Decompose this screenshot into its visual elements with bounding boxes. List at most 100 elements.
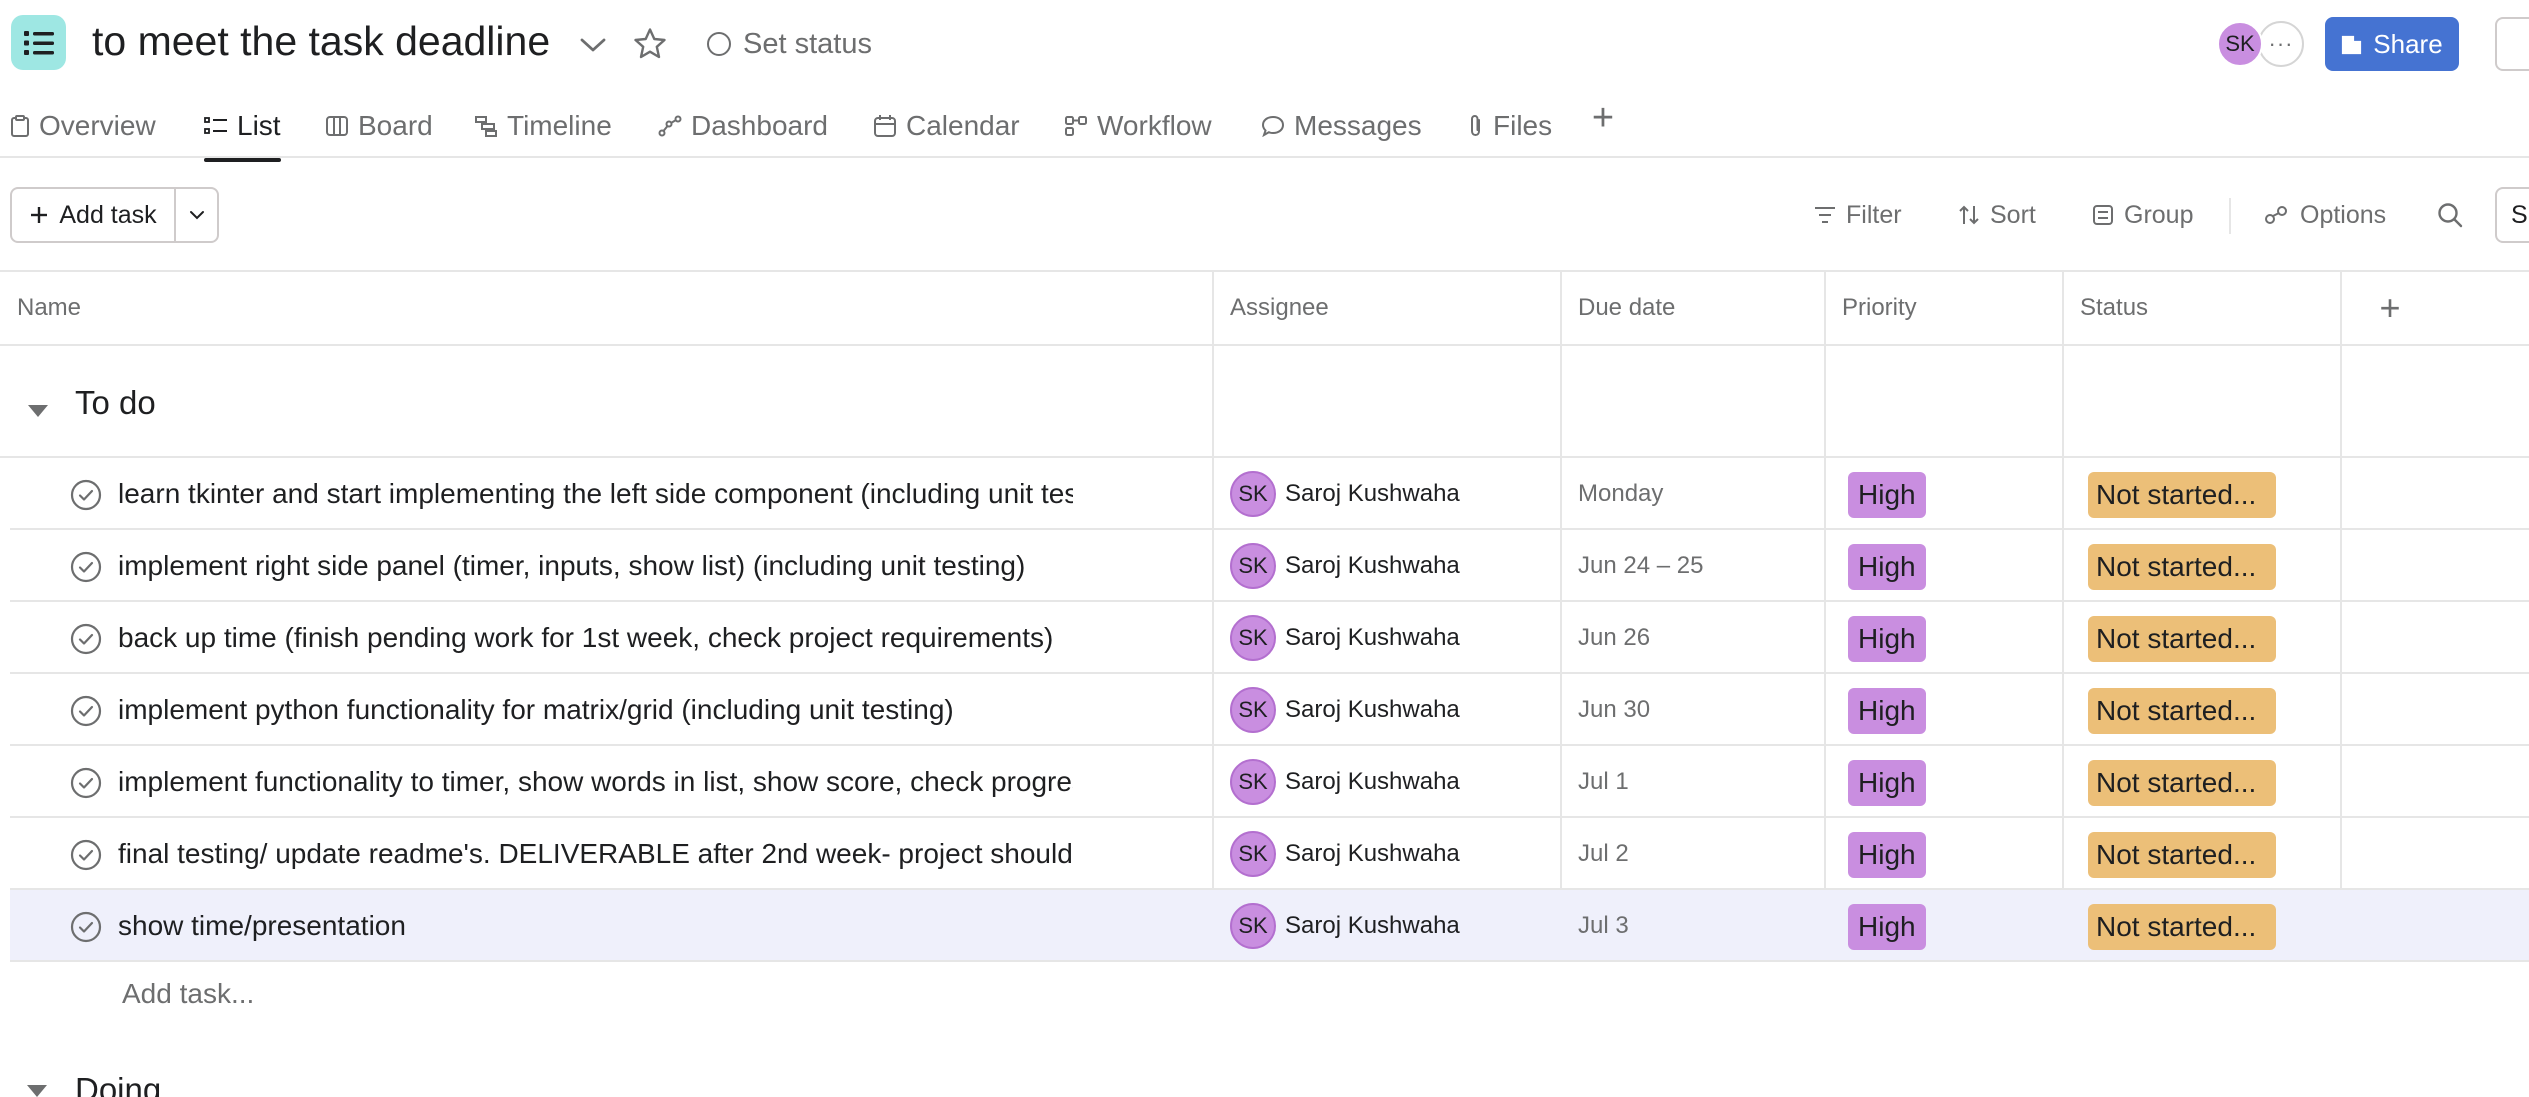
priority-badge[interactable]: High [1848,760,1926,806]
section-collapse-icon[interactable] [26,399,50,423]
tab-calendar[interactable]: Calendar [873,96,1020,156]
task-name[interactable]: learn tkinter and start implementing the… [118,458,1073,530]
tab-workflow[interactable]: Workflow [1064,96,1212,156]
tab-overview[interactable]: Overview [10,96,156,156]
status-badge[interactable]: Not started... [2088,832,2276,878]
priority-badge[interactable]: High [1848,688,1926,734]
tab-timeline[interactable]: Timeline [474,96,612,156]
share-button[interactable]: Share [2325,17,2459,71]
project-list-icon[interactable] [11,15,66,70]
divider [2229,198,2231,234]
status-badge[interactable]: Not started... [2088,688,2276,734]
section-title[interactable]: Doing [75,1071,161,1097]
list-toolbar: Add task Filter Sort Group Options S [0,158,2529,270]
add-task-button[interactable]: Add task [10,187,219,243]
table-row[interactable]: implement functionality to timer, show w… [10,746,2529,818]
due-date[interactable]: Jun 26 [1578,602,1650,674]
due-date[interactable]: Jun 30 [1578,674,1650,746]
tab-messages[interactable]: Messages [1261,96,1422,156]
section-collapse-icon[interactable] [26,1084,50,1097]
assignee-cell[interactable]: SK Saroj Kushwaha [1230,458,1460,530]
group-label: Group [2124,200,2194,229]
add-tab-icon[interactable]: + [1585,97,1621,139]
status-badge[interactable]: Not started... [2088,616,2276,662]
avatar[interactable]: SK [2217,21,2263,67]
timeline-icon [475,116,497,137]
assignee-cell[interactable]: SK Saroj Kushwaha [1230,530,1460,602]
column-header-name[interactable]: Name [0,272,81,344]
more-members-icon[interactable]: ··· [2258,21,2304,67]
due-date[interactable]: Jul 3 [1578,890,1629,962]
avatar: SK [1230,831,1276,877]
priority-badge[interactable]: High [1848,904,1926,950]
tab-files[interactable]: Files [1468,96,1552,156]
complete-check-icon[interactable] [70,623,102,655]
calendar-icon [874,115,896,137]
save-view-button[interactable]: S [2495,187,2529,243]
table-row[interactable]: learn tkinter and start implementing the… [10,458,2529,530]
status-badge[interactable]: Not started... [2088,472,2276,518]
column-header-assignee[interactable]: Assignee [1213,272,1329,344]
tab-list[interactable]: List [204,96,281,162]
column-header-priority[interactable]: Priority [1825,272,1917,344]
due-date[interactable]: Jul 1 [1578,746,1629,818]
task-name[interactable]: implement right side panel (timer, input… [118,530,1073,602]
avatar: SK [1230,615,1276,661]
chevron-down-icon[interactable] [574,26,612,64]
status-badge[interactable]: Not started... [2088,760,2276,806]
priority-badge[interactable]: High [1848,544,1926,590]
sort-icon [1959,205,1979,225]
table-row[interactable]: implement python functionality for matri… [10,674,2529,746]
chat-icon [1261,115,1285,137]
complete-check-icon[interactable] [70,767,102,799]
table-row[interactable]: implement right side panel (timer, input… [10,530,2529,602]
status-badge[interactable]: Not started... [2088,904,2276,950]
section-title[interactable]: To do [75,384,156,422]
assignee-cell[interactable]: SK Saroj Kushwaha [1230,890,1460,962]
priority-badge[interactable]: High [1848,616,1926,662]
complete-check-icon[interactable] [70,479,102,511]
assignee-cell[interactable]: SK Saroj Kushwaha [1230,746,1460,818]
assignee-cell[interactable]: SK Saroj Kushwaha [1230,602,1460,674]
complete-check-icon[interactable] [70,551,102,583]
view-tabs: Overview List Board Timeline Dashboard C… [0,90,2529,162]
due-date[interactable]: Monday [1578,458,1663,530]
add-task-main[interactable]: Add task [12,189,176,241]
tab-dashboard[interactable]: Dashboard [658,96,828,156]
complete-check-icon[interactable] [70,839,102,871]
task-name[interactable]: show time/presentation [118,890,1073,962]
status-badge[interactable]: Not started... [2088,544,2276,590]
priority-badge[interactable]: High [1848,472,1926,518]
due-date[interactable]: Jul 2 [1578,818,1629,890]
sort-button[interactable]: Sort [1958,200,2036,230]
search-icon[interactable] [2433,198,2467,232]
table-row[interactable]: back up time (finish pending work for 1s… [10,602,2529,674]
table-row[interactable]: final testing/ update readme's. DELIVERA… [10,818,2529,890]
task-name[interactable]: back up time (finish pending work for 1s… [118,602,1073,674]
filter-button[interactable]: Filter [1814,200,1902,230]
set-status-button[interactable]: Set status [707,24,872,64]
options-button[interactable]: Options [2264,200,2386,230]
star-icon[interactable] [630,24,670,64]
group-button[interactable]: Group [2092,200,2193,230]
chevron-down-icon[interactable] [176,189,217,241]
assignee-cell[interactable]: SK Saroj Kushwaha [1230,818,1460,890]
task-name[interactable]: implement functionality to timer, show w… [118,746,1073,818]
project-title[interactable]: to meet the task deadline [92,18,550,65]
task-name[interactable]: implement python functionality for matri… [118,674,1073,746]
task-name[interactable]: final testing/ update readme's. DELIVERA… [118,818,1073,890]
column-header-due-date[interactable]: Due date [1561,272,1675,344]
assignee-cell[interactable]: SK Saroj Kushwaha [1230,674,1460,746]
due-date[interactable]: Jun 24 – 25 [1578,530,1703,602]
add-task-inline[interactable]: Add task... [122,978,254,1010]
column-header-status[interactable]: Status [2063,272,2148,344]
add-column-icon[interactable]: + [2370,287,2410,328]
complete-check-icon[interactable] [70,911,102,943]
priority-badge[interactable]: High [1848,832,1926,878]
tab-board[interactable]: Board [325,96,433,156]
tab-label: Timeline [507,110,612,141]
customize-button[interactable] [2495,17,2529,71]
avatar: SK [1230,687,1276,733]
table-row[interactable]: show time/presentation SK Saroj Kushwaha Ju… [10,890,2529,962]
complete-check-icon[interactable] [70,695,102,727]
